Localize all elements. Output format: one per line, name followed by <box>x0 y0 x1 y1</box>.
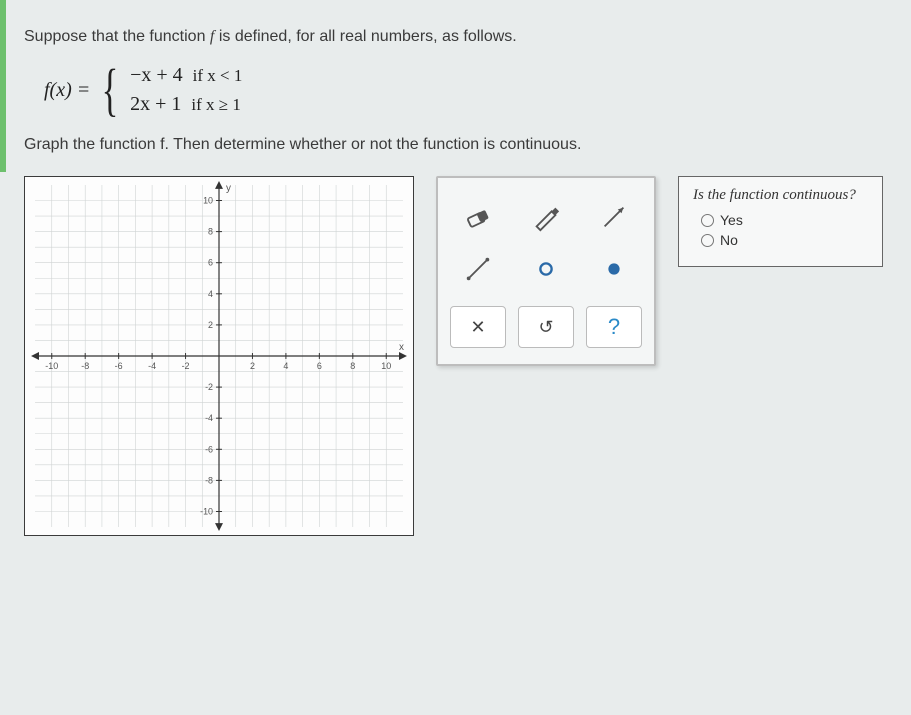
case2-cond: if x ≥ 1 <box>191 95 240 115</box>
piecewise-definition: f(x) = { −x + 4 if x < 1 2x + 1 if x ≥ 1 <box>44 64 887 116</box>
svg-text:8: 8 <box>208 227 213 237</box>
svg-text:-2: -2 <box>182 361 190 371</box>
x-axis-label: x <box>399 342 404 353</box>
svg-text:-4: -4 <box>205 413 213 423</box>
svg-text:10: 10 <box>381 361 391 371</box>
svg-text:-6: -6 <box>205 444 213 454</box>
eraser-tool[interactable] <box>450 194 506 240</box>
help-icon: ? <box>608 314 620 340</box>
svg-text:-6: -6 <box>115 361 123 371</box>
open-circle-icon <box>531 254 561 284</box>
continuity-question: Is the function continuous? Yes No <box>678 176 883 267</box>
ray-tool[interactable] <box>586 194 642 240</box>
option-yes[interactable]: Yes <box>701 212 868 228</box>
option-yes-label: Yes <box>720 212 743 228</box>
svg-text:-2: -2 <box>205 382 213 392</box>
svg-text:10: 10 <box>203 195 213 205</box>
svg-text:-8: -8 <box>81 361 89 371</box>
case1-cond: if x < 1 <box>193 66 243 86</box>
svg-text:2: 2 <box>250 361 255 371</box>
svg-text:6: 6 <box>317 361 322 371</box>
instruction-prefix: Graph the function <box>24 136 160 153</box>
svg-text:-8: -8 <box>205 475 213 485</box>
closed-circle-icon <box>599 254 629 284</box>
question-prompt: Is the function continuous? <box>693 187 868 204</box>
ray-arrow-icon <box>599 202 629 232</box>
y-axis-label: y <box>226 183 231 194</box>
intro-suffix: is defined, for all real numbers, as fol… <box>214 28 516 45</box>
open-point-tool[interactable] <box>518 246 574 292</box>
closed-point-tool[interactable] <box>586 246 642 292</box>
toolbox: ✕ ↺ ? <box>436 176 656 366</box>
svg-text:4: 4 <box>208 289 213 299</box>
option-no[interactable]: No <box>701 232 868 248</box>
option-no-label: No <box>720 232 738 248</box>
pencil-tool[interactable] <box>518 194 574 240</box>
problem-intro: Suppose that the function f is defined, … <box>24 28 887 46</box>
instruction: Graph the function f. Then determine whe… <box>24 136 887 154</box>
graph-canvas[interactable]: y x -10 -8 -6 -4 -2 2 4 6 8 10 -10 -8 -6 -4 -2 2 4 6 8 10 <box>24 176 414 536</box>
x-icon: ✕ <box>470 317 485 338</box>
undo-icon: ↺ <box>538 317 553 338</box>
instruction-suffix: . Then determine whether or not the func… <box>165 136 582 153</box>
segment-tool[interactable] <box>450 246 506 292</box>
svg-text:-10: -10 <box>200 506 213 516</box>
svg-text:8: 8 <box>350 361 355 371</box>
segment-icon <box>463 254 493 284</box>
intro-prefix: Suppose that the function <box>24 28 210 45</box>
brace-icon: { <box>102 64 119 116</box>
case1-expr: −x + 4 <box>130 64 183 87</box>
eraser-icon <box>463 202 493 232</box>
clear-button[interactable]: ✕ <box>450 306 506 348</box>
svg-text:6: 6 <box>208 258 213 268</box>
pencil-icon <box>531 202 561 232</box>
undo-button[interactable]: ↺ <box>518 306 574 348</box>
svg-text:-10: -10 <box>45 361 58 371</box>
svg-text:4: 4 <box>283 361 288 371</box>
help-button[interactable]: ? <box>586 306 642 348</box>
radio-icon <box>701 234 714 247</box>
case2-expr: 2x + 1 <box>130 93 181 116</box>
radio-icon <box>701 214 714 227</box>
fx-lhs: f(x) = <box>44 79 90 102</box>
svg-text:-4: -4 <box>148 361 156 371</box>
svg-text:2: 2 <box>208 320 213 330</box>
